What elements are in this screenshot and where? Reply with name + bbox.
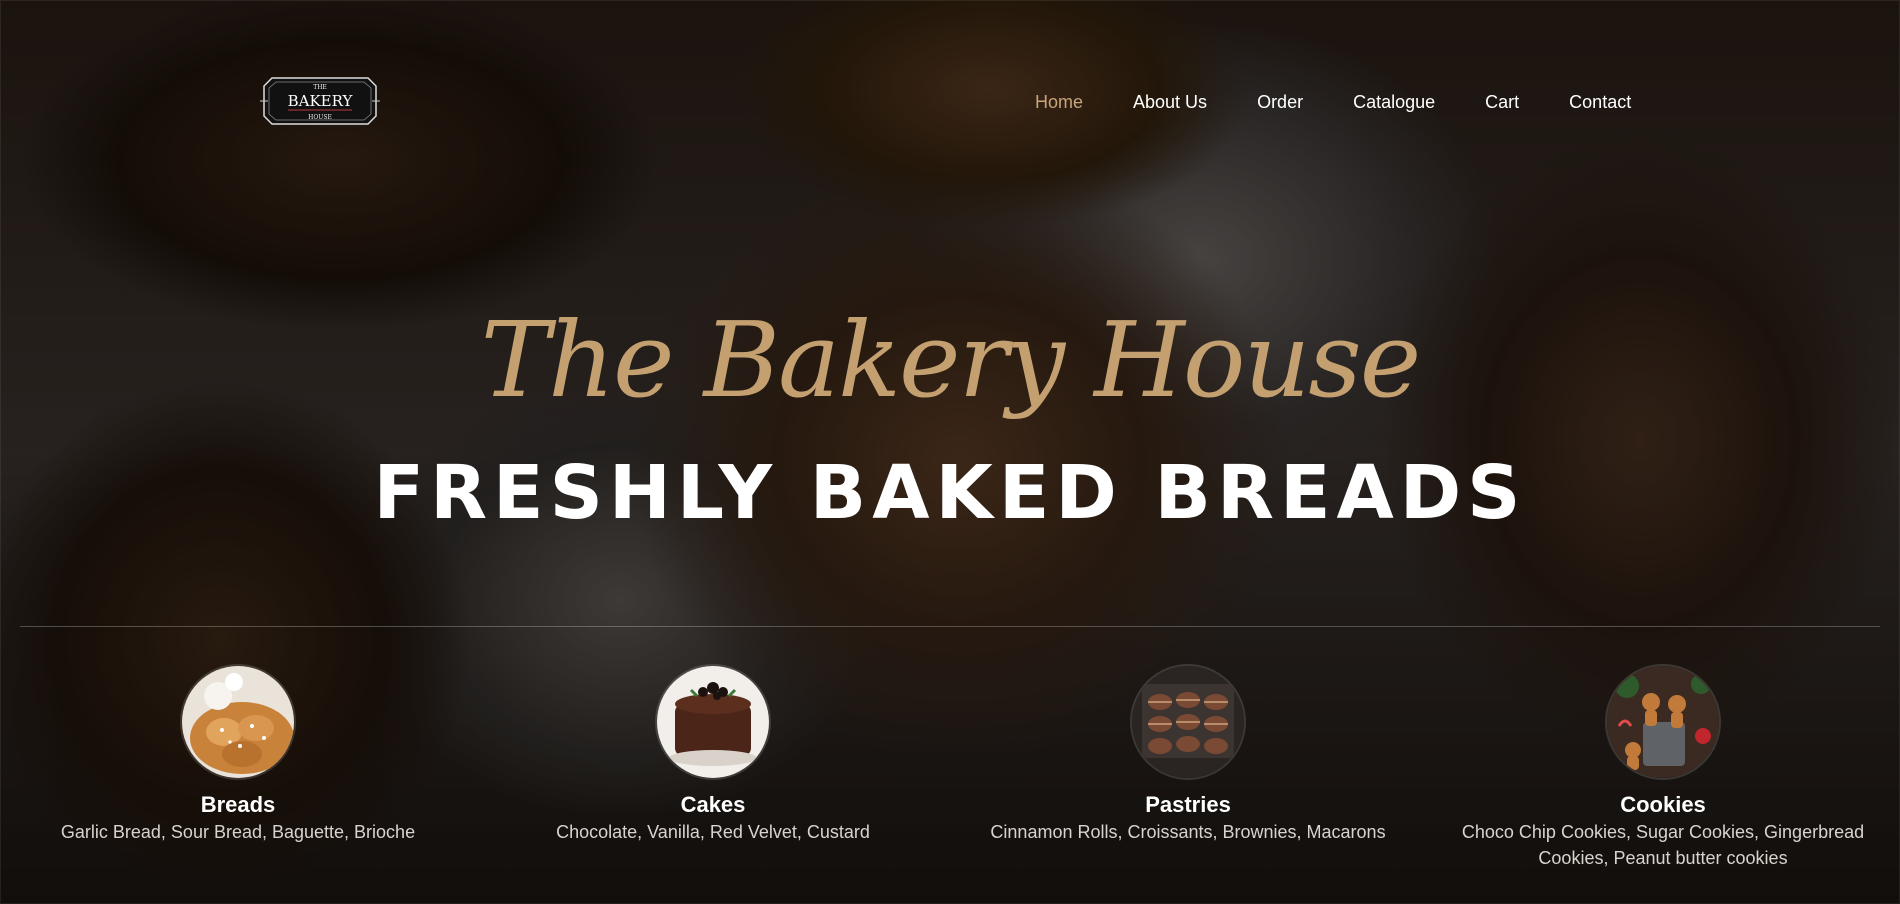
nav-item-home[interactable]: Home <box>1035 90 1083 114</box>
logo-text-bottom: HOUSE <box>308 114 332 121</box>
nav-item-catalogue[interactable]: Catalogue <box>1353 90 1435 114</box>
nav-item-about-us[interactable]: About Us <box>1133 90 1207 114</box>
nav-item-contact[interactable]: Contact <box>1569 90 1631 114</box>
nav-item-cart[interactable]: Cart <box>1485 90 1519 114</box>
logo-badge-icon: THE BAKERY HOUSE <box>260 77 380 125</box>
logo-text-main: BAKERY <box>288 92 354 110</box>
section-divider <box>20 626 1880 627</box>
chocolate-macarons-photo[interactable] <box>1130 664 1246 780</box>
category-pastries[interactable]: Pastries Cinnamon Rolls, Croissants, Bro… <box>978 664 1398 845</box>
logo-text-top: THE <box>313 84 327 91</box>
braided-brioche-photo[interactable] <box>180 664 296 780</box>
category-title: Cookies <box>1620 792 1706 817</box>
hero-script-title: The Bakery House <box>480 299 1422 421</box>
category-description: Garlic Bread, Sour Bread, Baguette, Brio… <box>60 822 416 842</box>
category-description: Chocolate, Vanilla, Red Velvet, Custard <box>556 822 870 842</box>
hero-headline: FRESHLY BAKED BREADS <box>373 450 1527 536</box>
category-cookies[interactable]: Cookies Choco Chip Cookies, Sugar Cookie… <box>1453 664 1873 871</box>
category-title: Pastries <box>1145 792 1231 817</box>
category-breads[interactable]: Breads Garlic Bread, Sour Bread, Baguett… <box>28 664 448 845</box>
category-title: Cakes <box>680 792 746 817</box>
category-title: Breads <box>200 792 276 817</box>
chocolate-cake-photo[interactable] <box>655 664 771 780</box>
nav-item-order[interactable]: Order <box>1257 90 1303 114</box>
category-description: Choco Chip Cookies, Sugar Cookies, Ginge… <box>1461 822 1865 868</box>
category-description: Cinnamon Rolls, Croissants, Brownies, Ma… <box>990 822 1386 842</box>
category-cakes[interactable]: Cakes Chocolate, Vanilla, Red Velvet, Cu… <box>503 664 923 845</box>
main-nav: Home About Us Order Catalogue Cart Conta… <box>1035 90 1631 114</box>
gingerbread-cookies-photo[interactable] <box>1605 664 1721 780</box>
bakery-logo[interactable]: THE BAKERY HOUSE <box>258 72 382 130</box>
